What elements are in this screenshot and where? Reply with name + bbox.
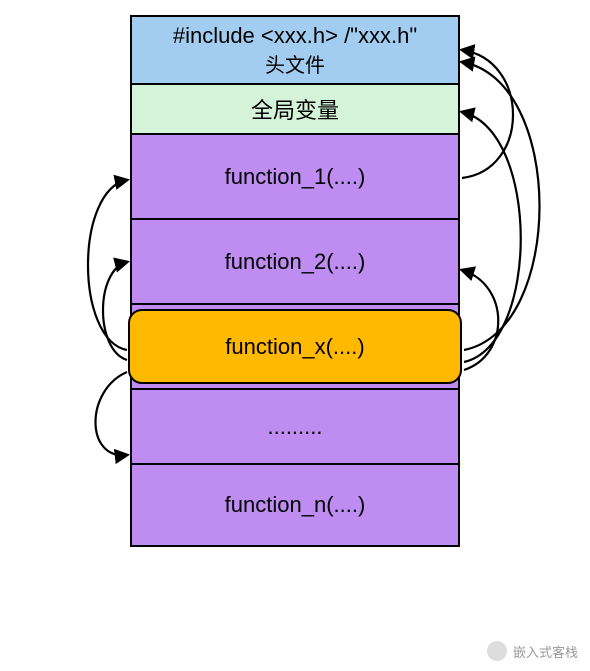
ellipsis-block: .........: [132, 390, 458, 465]
ellipsis-label: .........: [267, 414, 322, 440]
include-directive: #include <xxx.h> /"xxx.h": [173, 23, 417, 49]
arrow-fx-to-f2-right: [462, 270, 498, 370]
function-x-block: function_x(....): [132, 305, 458, 390]
wechat-icon: [487, 641, 507, 661]
function-1-block: function_1(....): [132, 135, 458, 220]
function-x-label: function_x(....): [225, 334, 364, 360]
arrow-fx-to-f2: [103, 262, 127, 360]
module-structure-stack: #include <xxx.h> /"xxx.h" 头文件 全局变量 funct…: [130, 15, 460, 547]
arrow-f1-to-header: [462, 50, 513, 178]
header-label: 头文件: [265, 49, 325, 78]
watermark-text: 嵌入式客栈: [513, 642, 578, 661]
function-n-label: function_n(....): [225, 492, 366, 518]
function-2-block: function_2(....): [132, 220, 458, 305]
function-2-label: function_2(....): [225, 249, 366, 275]
function-x-highlight: function_x(....): [128, 309, 462, 384]
global-variables-label: 全局变量: [251, 93, 339, 125]
arrow-fx-to-header: [462, 62, 540, 350]
arrow-fx-to-globals: [462, 112, 521, 362]
global-variables-block: 全局变量: [132, 85, 458, 135]
arrow-fx-to-more: [96, 372, 128, 455]
function-1-label: function_1(....): [225, 164, 366, 190]
watermark: 嵌入式客栈: [487, 641, 578, 661]
arrow-fx-to-f1: [88, 180, 127, 350]
function-n-block: function_n(....): [132, 465, 458, 545]
header-include-block: #include <xxx.h> /"xxx.h" 头文件: [132, 17, 458, 85]
